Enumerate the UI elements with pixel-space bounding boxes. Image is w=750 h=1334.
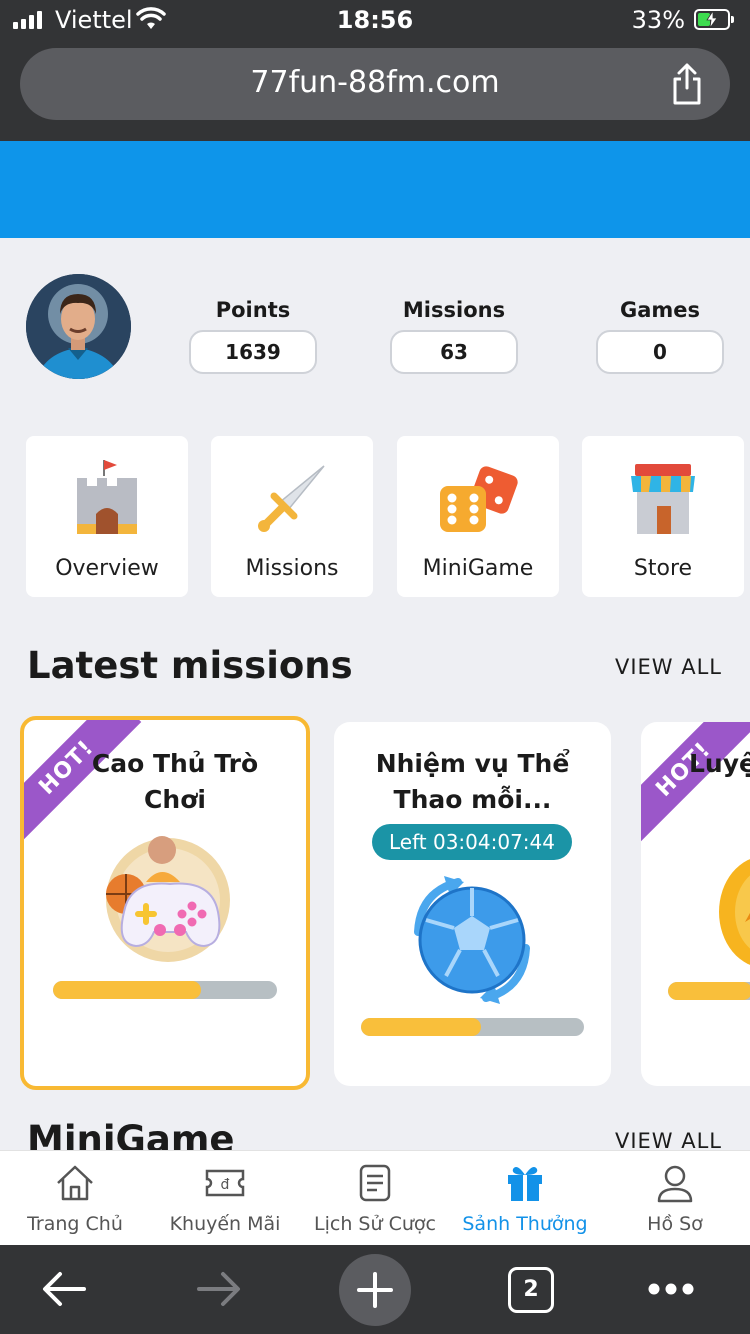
mission-progress-fill bbox=[668, 982, 750, 1000]
svg-text:đ: đ bbox=[221, 1177, 230, 1193]
stat-label: Games bbox=[619, 298, 701, 322]
menu-tile-minigame[interactable]: MiniGame bbox=[397, 436, 559, 597]
profile-icon bbox=[657, 1165, 693, 1203]
header-banner bbox=[0, 141, 750, 238]
mission-card[interactable]: HOT! Luyệ bbox=[641, 722, 750, 1086]
home-icon bbox=[57, 1165, 93, 1201]
stat-points: Points 1639 bbox=[189, 298, 317, 374]
tabs-count-button[interactable]: 2 bbox=[508, 1267, 554, 1313]
gift-icon bbox=[508, 1167, 542, 1201]
view-all-missions-link[interactable]: VIEW ALL bbox=[615, 655, 722, 679]
ticket-icon: đ bbox=[205, 1169, 245, 1197]
mission-progress-fill bbox=[53, 981, 201, 999]
menu-tile-label: Store bbox=[633, 556, 693, 581]
mission-title: Cao Thủ Trò Chơi bbox=[91, 749, 259, 814]
history-icon bbox=[359, 1164, 391, 1202]
menu-tile-store[interactable]: Store bbox=[582, 436, 744, 597]
nav-label: Khuyến Mãi bbox=[169, 1213, 281, 1235]
latest-missions-title: Latest missions bbox=[27, 644, 353, 687]
browser-toolbar: 2 bbox=[0, 1245, 750, 1334]
mission-progress-fill bbox=[361, 1018, 482, 1036]
more-icon[interactable] bbox=[646, 1281, 696, 1297]
menu-tile-label: Overview bbox=[55, 556, 159, 581]
mission-card[interactable]: Nhiệm vụ Thể Thao mỗi... Left 03:04:07:4… bbox=[334, 722, 611, 1086]
nav-label: Lịch Sử Cược bbox=[314, 1213, 436, 1235]
mission-timer: Left 03:04:07:44 bbox=[372, 824, 572, 860]
share-icon[interactable] bbox=[670, 62, 704, 106]
stat-value: 0 bbox=[596, 330, 724, 374]
nav-label: Sảnh Thưởng bbox=[462, 1213, 588, 1235]
mission-title: Nhiệm vụ Thể Thao mỗi... bbox=[375, 749, 570, 814]
store-icon bbox=[631, 464, 695, 534]
nav-item-rewards[interactable]: Sảnh Thưởng bbox=[450, 1151, 600, 1246]
nav-label: Hồ Sơ bbox=[647, 1213, 703, 1235]
stat-missions: Missions 63 bbox=[390, 298, 518, 374]
menu-tile-missions[interactable]: Missions bbox=[211, 436, 373, 597]
mission-progress-bar bbox=[53, 981, 277, 999]
mission-card[interactable]: HOT! Cao Thủ Trò Chơi bbox=[20, 716, 310, 1090]
menu-tile-overview[interactable]: Overview bbox=[26, 436, 188, 597]
back-arrow-icon[interactable] bbox=[40, 1269, 88, 1309]
castle-icon bbox=[77, 460, 137, 534]
mission-progress-bar bbox=[668, 982, 750, 1000]
menu-tile-label: Missions bbox=[245, 556, 339, 581]
stat-label: Missions bbox=[402, 298, 506, 322]
mission-progress-bar bbox=[361, 1018, 584, 1036]
nav-item-bet-history[interactable]: Lịch Sử Cược bbox=[300, 1151, 450, 1246]
dice-icon bbox=[440, 466, 518, 532]
forward-arrow-icon[interactable] bbox=[195, 1269, 243, 1309]
url-text: 77fun-88fm.com bbox=[250, 65, 500, 100]
sword-icon bbox=[258, 465, 325, 532]
hot-badge: HOT! bbox=[641, 722, 750, 845]
battery-icon bbox=[694, 9, 734, 30]
gamepad-icon bbox=[106, 836, 230, 962]
stat-value: 1639 bbox=[189, 330, 317, 374]
nav-item-promotions[interactable]: đ Khuyến Mãi bbox=[150, 1151, 300, 1246]
browser-chrome: Viettel 18:56 33% 77fun-88fm.com bbox=[0, 0, 750, 141]
mission-title: Luyệ bbox=[689, 749, 750, 778]
bottom-nav: Trang Chủ đ Khuyến Mãi Lịch Sử Cược Sảnh… bbox=[0, 1150, 750, 1245]
stat-value: 63 bbox=[390, 330, 518, 374]
address-bar[interactable]: 77fun-88fm.com bbox=[20, 48, 730, 120]
status-bar: Viettel 18:56 33% bbox=[0, 0, 750, 42]
plus-icon bbox=[357, 1272, 393, 1308]
nav-item-profile[interactable]: Hồ Sơ bbox=[600, 1151, 750, 1246]
stat-games: Games 0 bbox=[596, 298, 724, 374]
mission-art-icon bbox=[719, 859, 750, 965]
new-tab-button[interactable] bbox=[339, 1254, 411, 1326]
menu-tile-label: MiniGame bbox=[422, 556, 534, 581]
stat-label: Points bbox=[215, 298, 291, 322]
battery-percent: 33% bbox=[631, 6, 685, 34]
avatar[interactable] bbox=[26, 274, 131, 379]
soccer-ball-icon bbox=[414, 876, 530, 1004]
nav-label: Trang Chủ bbox=[27, 1213, 123, 1235]
nav-item-home[interactable]: Trang Chủ bbox=[0, 1151, 150, 1246]
